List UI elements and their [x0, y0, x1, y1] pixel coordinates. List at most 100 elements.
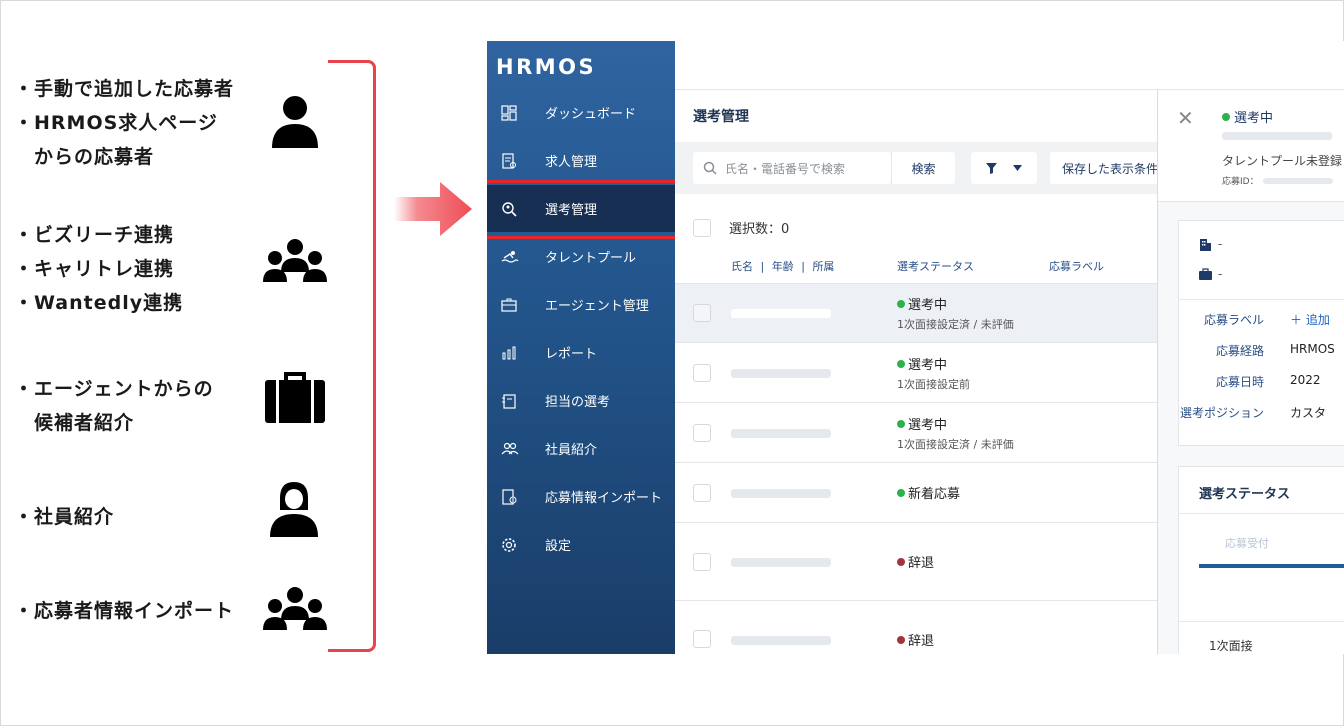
sidebar: HRMOS ダッシュボード 求人管理 選考管理 タレントプール エージェント管理… — [487, 41, 679, 654]
source-line: ・社員紹介 — [14, 506, 115, 528]
filter-icon — [986, 162, 997, 174]
gear-icon — [502, 537, 516, 552]
filter-button[interactable] — [971, 152, 1037, 184]
selection-list-pane: 選考管理 氏名・電話番号で検索 検索 保存した表示条件 選択数：0 氏名 | 年… — [675, 89, 1170, 654]
table-row[interactable]: 選考中 1次面接設定済 / 未評価 — [675, 402, 1157, 462]
people-icon — [501, 442, 519, 454]
column-header-label[interactable]: 応募ラベル — [1049, 258, 1104, 274]
col-separator: | — [760, 260, 765, 273]
divider — [1179, 299, 1344, 300]
nav-item-import[interactable]: 応募情報インポート — [487, 473, 675, 520]
hrmos-app: HRMOS ダッシュボード 求人管理 選考管理 タレントプール エージェント管理… — [487, 41, 1344, 654]
nav-item-my-selection[interactable]: 担当の選考 — [487, 377, 675, 424]
row-checkbox[interactable] — [693, 424, 711, 442]
candidate-name-redacted — [731, 309, 831, 318]
status-badge: 辞退 — [897, 552, 934, 571]
saved-view-button[interactable]: 保存した表示条件 — [1050, 152, 1170, 184]
source-line: ・応募者情報インポート — [14, 600, 235, 622]
status-text: 辞退 — [908, 556, 935, 571]
kv-label: 選考ポジション — [1179, 406, 1264, 420]
person-icon — [272, 96, 318, 148]
column-header-name-age-affiliation: 氏名 | 年齢 | 所属 — [731, 258, 834, 274]
stage-tab[interactable]: 応募受付 — [1225, 535, 1269, 551]
row-checkbox[interactable] — [693, 630, 711, 648]
search-button[interactable]: 検索 — [891, 152, 955, 184]
status-text: 選考中 — [908, 418, 948, 433]
active-nav-highlight — [487, 180, 679, 239]
status-text: 選考中 — [908, 298, 948, 313]
candidate-name-redacted — [731, 636, 831, 645]
nav-item-talent-pool[interactable]: タレントプール — [487, 233, 675, 280]
col-affiliation[interactable]: 所属 — [812, 260, 834, 273]
nav-label: レポート — [545, 347, 598, 362]
table-row[interactable]: 辞退 — [675, 522, 1157, 600]
status-badge: 選考中 — [897, 354, 947, 373]
application-id-redacted — [1262, 177, 1333, 184]
row-checkbox[interactable] — [693, 484, 711, 502]
row-checkbox[interactable] — [693, 304, 711, 322]
table-row[interactable]: 選考中 1次面接設定済 / 未評価 — [675, 283, 1157, 342]
application-id-label: 応募ID： — [1222, 177, 1259, 187]
kv-value: HRMOS — [1290, 342, 1335, 356]
status-badge: 新着応募 — [897, 483, 960, 502]
company-row: - — [1199, 237, 1222, 251]
search-icon — [703, 161, 717, 175]
toolbar: 氏名・電話番号で検索 検索 保存した表示条件 — [675, 142, 1170, 194]
add-label-button[interactable]: ＋ 追加 — [1290, 311, 1330, 328]
detail-header: ✕ 選考中 タレントプール未登録 応募ID： — [1158, 90, 1344, 202]
status-dot — [897, 635, 905, 644]
candidate-name-redacted — [731, 369, 831, 378]
source-line: ・HRMOS求人ページ — [14, 112, 218, 134]
candidate-name-redacted — [1222, 132, 1332, 140]
nav-label: ダッシュボード — [545, 107, 637, 122]
source-line: ・手動で追加した応募者 — [14, 78, 235, 100]
application-id: 応募ID： — [1222, 174, 1333, 187]
nav-label: 社員紹介 — [545, 443, 598, 458]
col-name[interactable]: 氏名 — [731, 260, 753, 273]
status-detail: 1次面接設定済 / 未評価 — [897, 438, 1014, 451]
table-row[interactable]: 新着応募 — [675, 462, 1157, 522]
divider — [1179, 621, 1344, 622]
nav-item-settings[interactable]: 設定 — [487, 521, 675, 568]
bar-chart-icon — [502, 346, 516, 359]
grouping-bracket — [328, 60, 376, 652]
row-checkbox[interactable] — [693, 364, 711, 382]
search-input[interactable]: 氏名・電話番号で検索 — [693, 152, 891, 184]
nav-item-jobs[interactable]: 求人管理 — [487, 137, 675, 184]
col-age[interactable]: 年齢 — [772, 260, 794, 273]
row-checkbox[interactable] — [693, 553, 711, 571]
status-dot — [1222, 112, 1230, 121]
source-line: 候補者紹介 — [14, 412, 135, 434]
candidate-detail-panel: ✕ 選考中 タレントプール未登録 応募ID： - - 応募ラベル ＋ 追加 応募… — [1157, 89, 1344, 654]
table-row[interactable]: 辞退 — [675, 600, 1157, 654]
status-dot — [897, 488, 905, 497]
close-icon[interactable]: ✕ — [1177, 106, 1194, 130]
chevron-down-icon — [1013, 165, 1022, 171]
stage-first-interview: 1次面接 — [1209, 639, 1253, 653]
briefcase-icon — [501, 298, 517, 312]
company-value: - — [1218, 237, 1223, 251]
briefcase-icon — [1199, 268, 1212, 280]
nav-item-agents[interactable]: エージェント管理 — [487, 281, 675, 328]
status-detail: 1次面接設定済 / 未評価 — [897, 318, 1014, 331]
nav-item-report[interactable]: レポート — [487, 329, 675, 376]
kv-label: 応募経路 — [1215, 344, 1264, 358]
group-icon — [263, 587, 327, 630]
status-badge: 辞退 — [897, 630, 934, 649]
source-line: ・ビズリーチ連携 — [14, 224, 175, 246]
job-value: - — [1218, 267, 1223, 281]
application-info-card: - - 応募ラベル ＋ 追加 応募経路 HRMOS 応募日時 2022 選考ポジ… — [1178, 220, 1344, 446]
nav-label: 設定 — [545, 539, 572, 554]
source-group-integrations: ・ビズリーチ連携 ・キャリトレ連携 ・Wantedly連携 — [14, 218, 183, 320]
column-header-status[interactable]: 選考ステータス — [897, 258, 974, 274]
nav-item-dashboard[interactable]: ダッシュボード — [487, 89, 675, 136]
import-icon — [502, 488, 517, 505]
divider — [1179, 513, 1344, 514]
candidate-name-redacted — [731, 429, 831, 438]
table-row[interactable]: 選考中 1次面接設定前 — [675, 342, 1157, 402]
status-dot — [897, 359, 905, 368]
select-all-checkbox[interactable] — [693, 218, 711, 237]
nav-item-referral[interactable]: 社員紹介 — [487, 425, 675, 472]
building-icon — [1200, 238, 1211, 251]
detail-status-text: 選考中 — [1234, 111, 1274, 126]
